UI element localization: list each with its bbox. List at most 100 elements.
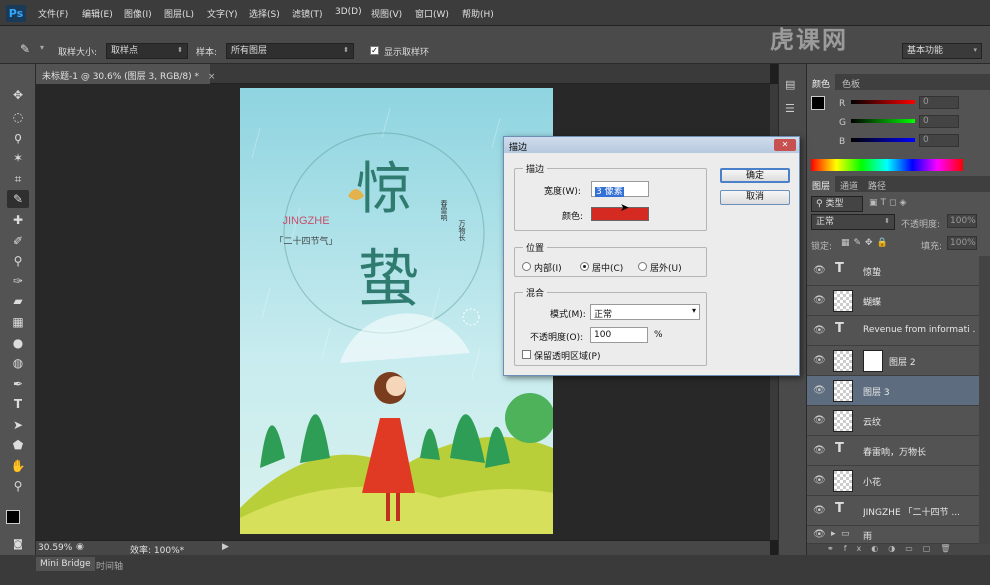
eye-icon[interactable]: 👁 <box>813 505 826 516</box>
filter-icons[interactable]: ▣T◻◈ <box>869 198 909 208</box>
color-spectrum[interactable] <box>811 159 963 171</box>
preserve-transparency-checkbox[interactable] <box>522 350 531 359</box>
b-value[interactable]: 0 <box>919 134 959 147</box>
marquee-tool-icon[interactable]: ◌ <box>7 108 29 126</box>
eye-icon[interactable]: 👁 <box>813 355 826 366</box>
menu-edit[interactable]: 编辑(E) <box>82 7 113 20</box>
gradient-tool-icon[interactable]: ▦ <box>7 313 29 331</box>
b-slider[interactable] <box>851 138 915 142</box>
close-icon[interactable]: × <box>208 72 216 82</box>
document-tab[interactable]: 未标题-1 @ 30.6% (图层 3, RGB/8) * × <box>36 64 215 84</box>
layer-row[interactable]: 👁 T Revenue from informati ... <box>807 316 979 346</box>
expand-arrow-icon[interactable]: ▸ <box>831 529 836 539</box>
quick-mask-icon[interactable]: ◙ <box>7 536 29 554</box>
menu-filter[interactable]: 滤镜(T) <box>292 7 323 20</box>
menu-select[interactable]: 选择(S) <box>249 7 280 20</box>
center-radio[interactable] <box>580 262 589 271</box>
color-panel-fg-swatch[interactable] <box>811 96 825 110</box>
layer-filter-select[interactable]: ⚲ 类型 <box>811 196 863 212</box>
width-input[interactable]: 3 像素 <box>591 181 649 197</box>
eye-icon[interactable]: 👁 <box>813 325 826 336</box>
menu-layer[interactable]: 图层(L) <box>164 7 194 20</box>
g-value[interactable]: 0 <box>919 115 959 128</box>
eraser-tool-icon[interactable]: ▰ <box>7 292 29 310</box>
quick-select-tool-icon[interactable]: ✶ <box>7 149 29 167</box>
r-value[interactable]: 0 <box>919 96 959 109</box>
status-info-icon[interactable]: ◉ <box>76 542 84 552</box>
history-brush-icon[interactable]: ✑ <box>7 272 29 290</box>
blend-mode-select[interactable]: 正常 ⬍ <box>811 214 895 230</box>
layer-row[interactable]: 👁 T 春雷响，万物长 <box>807 436 979 466</box>
tab-swatches[interactable]: 色板 <box>837 74 865 90</box>
lock-icons[interactable]: ▦✎✥🔒 <box>841 238 892 248</box>
opacity-value[interactable]: 100% <box>947 214 977 228</box>
layer-row[interactable]: 👁 T JINGZHE 「二十四节 ... <box>807 496 979 526</box>
foreground-color-swatch[interactable] <box>6 510 20 524</box>
center-label[interactable]: 居中(C) <box>592 261 623 274</box>
stamp-tool-icon[interactable]: ⚲ <box>7 252 29 270</box>
workspace-select[interactable]: 基本功能 ▾ <box>902 43 982 59</box>
r-slider[interactable] <box>851 100 915 104</box>
tab-color[interactable]: 颜色 <box>807 74 836 90</box>
menu-type[interactable]: 文字(Y) <box>207 7 238 20</box>
eye-icon[interactable]: 👁 <box>813 385 826 396</box>
menu-image[interactable]: 图像(I) <box>124 7 152 20</box>
layer-mask-thumbnail[interactable] <box>863 350 883 372</box>
outside-radio[interactable] <box>638 262 647 271</box>
tab-mini-bridge[interactable]: Mini Bridge <box>36 557 95 571</box>
tab-paths[interactable]: 路径 <box>863 176 891 192</box>
layer-row[interactable]: 👁 蝴蝶 <box>807 286 979 316</box>
eye-icon[interactable]: 👁 <box>813 445 826 456</box>
layer-row-group[interactable]: 👁 ▸ ▭ 雨 <box>807 526 979 544</box>
cancel-button[interactable]: 取消 <box>720 190 790 205</box>
menu-window[interactable]: 窗口(W) <box>415 7 449 20</box>
eyedropper-tool-icon[interactable]: ✎ <box>7 190 29 208</box>
ok-button[interactable]: 确定 <box>720 168 790 183</box>
layer-row[interactable]: 👁 云纹 <box>807 406 979 436</box>
preserve-transparency-label[interactable]: 保留透明区域(P) <box>534 349 600 362</box>
healing-brush-icon[interactable]: ✚ <box>7 211 29 229</box>
pen-tool-icon[interactable]: ✒ <box>7 375 29 393</box>
menu-3d[interactable]: 3D(D) <box>335 7 362 17</box>
inside-radio[interactable] <box>522 262 531 271</box>
layer-row[interactable]: 👁 小花 <box>807 466 979 496</box>
tab-layers[interactable]: 图层 <box>807 176 836 192</box>
tool-preset-arrow-icon[interactable]: ▾ <box>40 43 44 52</box>
hand-tool-icon[interactable]: ✋ <box>7 457 29 475</box>
status-menu-arrow-icon[interactable]: ▶ <box>222 542 229 552</box>
fill-value[interactable]: 100% <box>947 236 977 250</box>
zoom-level[interactable]: 30.59% <box>38 543 72 553</box>
type-tool-icon[interactable]: T <box>7 395 29 413</box>
outside-label[interactable]: 居外(U) <box>650 261 682 274</box>
inside-label[interactable]: 内部(I) <box>534 261 562 274</box>
tab-channels[interactable]: 通道 <box>835 176 863 192</box>
menu-file[interactable]: 文件(F) <box>38 7 68 20</box>
move-tool-icon[interactable]: ✥ <box>7 86 29 104</box>
layer-row[interactable]: 👁 图层 2 <box>807 346 979 376</box>
dodge-tool-icon[interactable]: ◍ <box>7 354 29 372</box>
shape-tool-icon[interactable]: ⬟ <box>7 436 29 454</box>
eye-icon[interactable]: 👁 <box>813 295 826 306</box>
eye-icon[interactable]: 👁 <box>813 529 826 540</box>
eye-icon[interactable]: 👁 <box>813 415 826 426</box>
layers-footer-icons[interactable]: ⚭fx◐◑▭▢🗑 <box>807 544 990 555</box>
tab-timeline[interactable]: 时间轴 <box>96 559 123 572</box>
show-ring-checkbox[interactable]: ✓ <box>370 46 379 55</box>
eye-icon[interactable]: 👁 <box>813 475 826 486</box>
sample-size-select[interactable]: 取样点 ⬍ <box>106 43 188 59</box>
g-slider[interactable] <box>851 119 915 123</box>
brush-tool-icon[interactable]: ✐ <box>7 232 29 250</box>
properties-panel-icon[interactable]: ☰ <box>785 102 795 115</box>
eye-icon[interactable]: 👁 <box>813 265 826 276</box>
mode-select[interactable]: 正常 ▾ <box>590 304 700 320</box>
crop-tool-icon[interactable]: ⌗ <box>7 170 29 188</box>
path-select-icon[interactable]: ➤ <box>7 416 29 434</box>
zoom-tool-icon[interactable]: ⚲ <box>7 477 29 495</box>
layer-row-selected[interactable]: 👁 图层 3 <box>807 376 979 406</box>
layers-scrollbar[interactable] <box>979 256 990 544</box>
menu-view[interactable]: 视图(V) <box>371 7 402 20</box>
opacity-input[interactable]: 100 <box>590 327 648 343</box>
eyedropper-icon[interactable]: ✎ <box>20 42 30 56</box>
layer-row[interactable]: 👁 T 惊蛰 <box>807 256 979 286</box>
menu-help[interactable]: 帮助(H) <box>462 7 494 20</box>
